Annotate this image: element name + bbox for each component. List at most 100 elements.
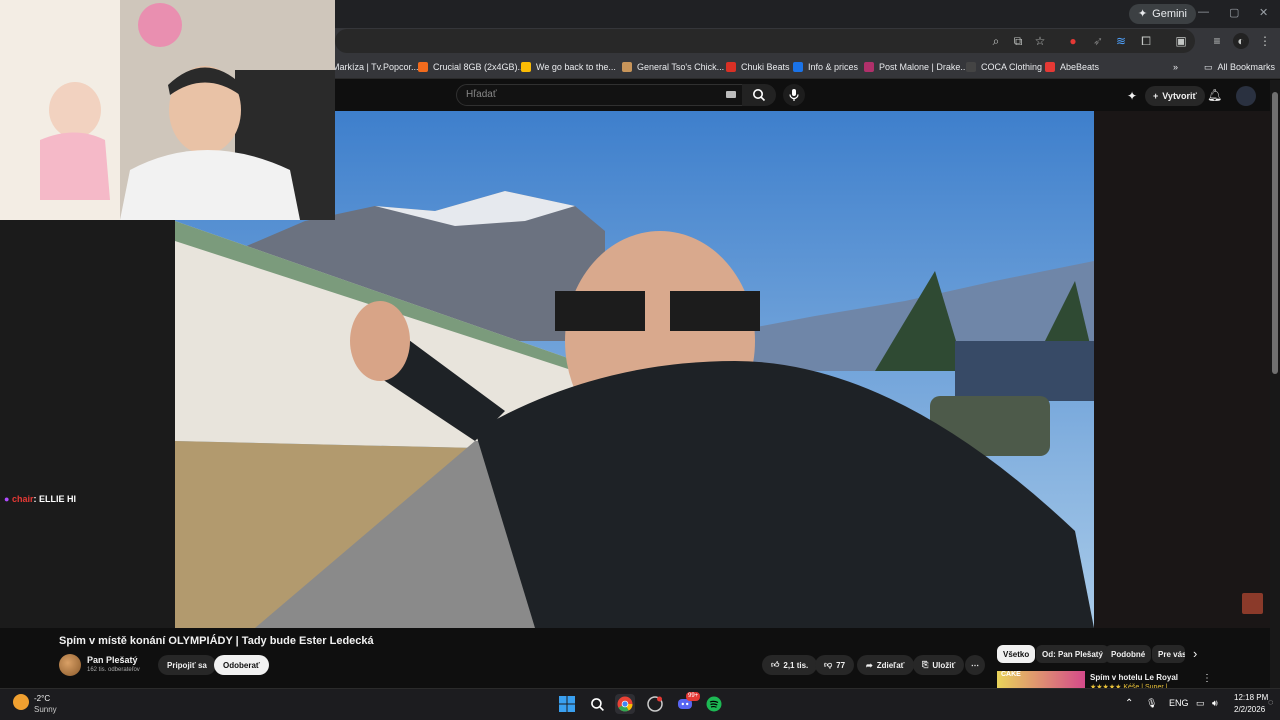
zoom-icon[interactable]: ⌕ <box>988 33 1004 49</box>
media-controls-icon[interactable]: ≡ <box>1209 33 1225 49</box>
channel-avatar[interactable] <box>59 654 81 676</box>
dislike-button[interactable]: 👎︎ 77 <box>815 655 855 675</box>
weather-icon[interactable] <box>13 694 29 710</box>
search-icon <box>753 89 766 102</box>
favicon-icon <box>793 62 803 72</box>
app-taskbar-button[interactable] <box>645 694 665 714</box>
close-window-button[interactable]: ✕ <box>1259 6 1268 19</box>
video-title: Spím v místě konání OLYMPIÁDY | Tady bud… <box>59 635 374 647</box>
chips-next-button[interactable]: › <box>1193 646 1197 661</box>
save-button[interactable]: ⎘ Uložiť <box>913 655 965 675</box>
extension-icon[interactable]: ● <box>1065 33 1081 49</box>
more-actions-button[interactable]: ⋯ <box>965 655 985 675</box>
tray-overflow-icon[interactable]: ⌃ <box>1125 698 1133 709</box>
side-panel-icon[interactable]: ▣ <box>1173 33 1189 49</box>
webcam-frame <box>0 0 335 220</box>
profile-avatar-icon[interactable]: ◐ <box>1233 33 1249 49</box>
clock-time[interactable]: 12:18 PM <box>1234 693 1268 702</box>
notifications-bell-icon[interactable]: 🔔︎ <box>1207 88 1222 102</box>
scrollbar-thumb[interactable] <box>1272 92 1278 374</box>
bookmark-icon: ⎘ <box>922 660 929 669</box>
join-button[interactable]: Pripojiť sa <box>158 655 216 675</box>
thumbnail-text: CAKE <box>1001 671 1021 678</box>
keyboard-icon[interactable] <box>726 91 736 98</box>
plus-icon: + <box>1153 91 1159 101</box>
microphone-icon <box>789 89 799 101</box>
emote-avatar-icon <box>1242 593 1263 614</box>
bookmark-item[interactable]: Chuki Beats <box>726 59 790 75</box>
cast-icon[interactable]: ⧉ <box>1010 33 1026 49</box>
chat-badge-icon: ● <box>4 494 10 504</box>
gemini-button[interactable]: ✦ Gemini <box>1128 4 1196 24</box>
webcam-overlay <box>0 0 335 220</box>
bookmark-star-icon[interactable]: ☆ <box>1032 33 1048 49</box>
tray-microphone-icon[interactable]: 🎙︎ <box>1146 698 1157 709</box>
favicon-icon <box>966 62 976 72</box>
thumbs-up-icon: 👍︎ <box>771 660 780 669</box>
folder-icon: ▭ <box>1204 61 1213 72</box>
favicon-icon <box>521 62 531 72</box>
extensions-puzzle-icon[interactable]: ⧠ <box>1138 33 1154 49</box>
bookmark-item[interactable]: COCA Clothing <box>966 59 1042 75</box>
bookmark-item[interactable]: Post Malone | Drake... <box>864 59 968 75</box>
recommended-thumbnail[interactable]: CAKE <box>997 671 1085 688</box>
bookmark-item[interactable]: Crucial 8GB (2x4GB)... <box>418 59 525 75</box>
bookmark-item[interactable]: Markíza | Tv.Popcor... <box>332 59 419 75</box>
recommended-menu-icon[interactable]: ⋮ <box>1202 673 1212 684</box>
bookmark-item[interactable]: Info & prices <box>793 59 858 75</box>
taskbar-search-button[interactable] <box>587 694 607 714</box>
volume-icon[interactable]: 🔊︎ <box>1212 698 1218 709</box>
favicon-icon <box>622 62 632 72</box>
share-button[interactable]: ➦ Zdieľať <box>857 655 914 675</box>
recommended-title[interactable]: Spím v hotelu Le Royal <box>1090 673 1178 682</box>
search-button[interactable] <box>742 84 776 106</box>
account-avatar[interactable] <box>1236 86 1256 106</box>
browser-menu-icon[interactable]: ⋮ <box>1257 33 1273 49</box>
gemini-icon: ✦ <box>1137 8 1148 20</box>
chip-from-channel[interactable]: Od: Pan Plešatý <box>1036 645 1109 663</box>
like-button[interactable]: 👍︎ 2,1 tis. <box>762 655 818 675</box>
discord-badge: 99+ <box>686 692 701 701</box>
channel-name[interactable]: Pan Plešatý <box>87 655 138 665</box>
chat-username: chair <box>11 494 34 504</box>
all-bookmarks-button[interactable]: ▭ All Bookmarks <box>1204 59 1275 75</box>
create-label: Vytvoriť <box>1162 91 1197 101</box>
subscribe-button[interactable]: Odoberať <box>214 655 269 675</box>
chip-all[interactable]: Všetko <box>997 645 1036 663</box>
bookmark-item[interactable]: We go back to the... <box>521 59 616 75</box>
network-icon[interactable]: ▭ <box>1196 698 1205 709</box>
thumbs-down-icon: 👎︎ <box>824 660 833 669</box>
subscriber-count: 162 tis. odberateľov <box>87 667 140 673</box>
app-icon <box>647 696 663 712</box>
like-count: 2,1 tis. <box>783 660 809 670</box>
weather-temp[interactable]: -2°C <box>34 694 50 703</box>
search-input[interactable]: Hľadať <box>456 84 746 106</box>
spotify-icon <box>706 696 722 712</box>
chip-for-you[interactable]: Pre vás <box>1152 645 1185 663</box>
maximize-button[interactable]: ▢ <box>1229 6 1239 19</box>
extension-2-icon[interactable]: ➶ <box>1090 33 1106 49</box>
create-button[interactable]: + Vytvoriť <box>1145 86 1205 106</box>
save-label: Uložiť <box>932 660 956 670</box>
chrome-icon <box>617 696 633 712</box>
extension-3-icon[interactable]: ≋ <box>1113 33 1129 49</box>
sparkle-icon[interactable]: ✦ <box>1127 89 1137 103</box>
windows-logo-icon <box>559 696 575 712</box>
bookmarks-overflow-button[interactable]: » <box>1173 59 1178 75</box>
bookmark-item[interactable]: General Tso's Chick... <box>622 59 724 75</box>
notifications-icon[interactable]: ◌ <box>1268 697 1273 707</box>
clock-date[interactable]: 2/2/2026 <box>1234 705 1265 714</box>
favicon-icon <box>1045 62 1055 72</box>
minimize-button[interactable]: — <box>1198 6 1209 18</box>
bookmark-item[interactable]: AbeBeats <box>1045 59 1099 75</box>
voice-search-button[interactable] <box>783 84 805 106</box>
page-scrollbar[interactable] <box>1270 80 1280 688</box>
input-language[interactable]: ENG <box>1169 698 1189 708</box>
start-button[interactable] <box>557 694 577 714</box>
chrome-taskbar-button[interactable] <box>615 694 635 714</box>
spotify-taskbar-button[interactable] <box>704 694 724 714</box>
chat-message: ● chair: ELLIE HI <box>4 494 76 504</box>
share-label: Zdieľať <box>876 660 905 670</box>
stream-overlay-panel <box>0 220 175 628</box>
chip-related[interactable]: Podobné <box>1105 645 1152 663</box>
